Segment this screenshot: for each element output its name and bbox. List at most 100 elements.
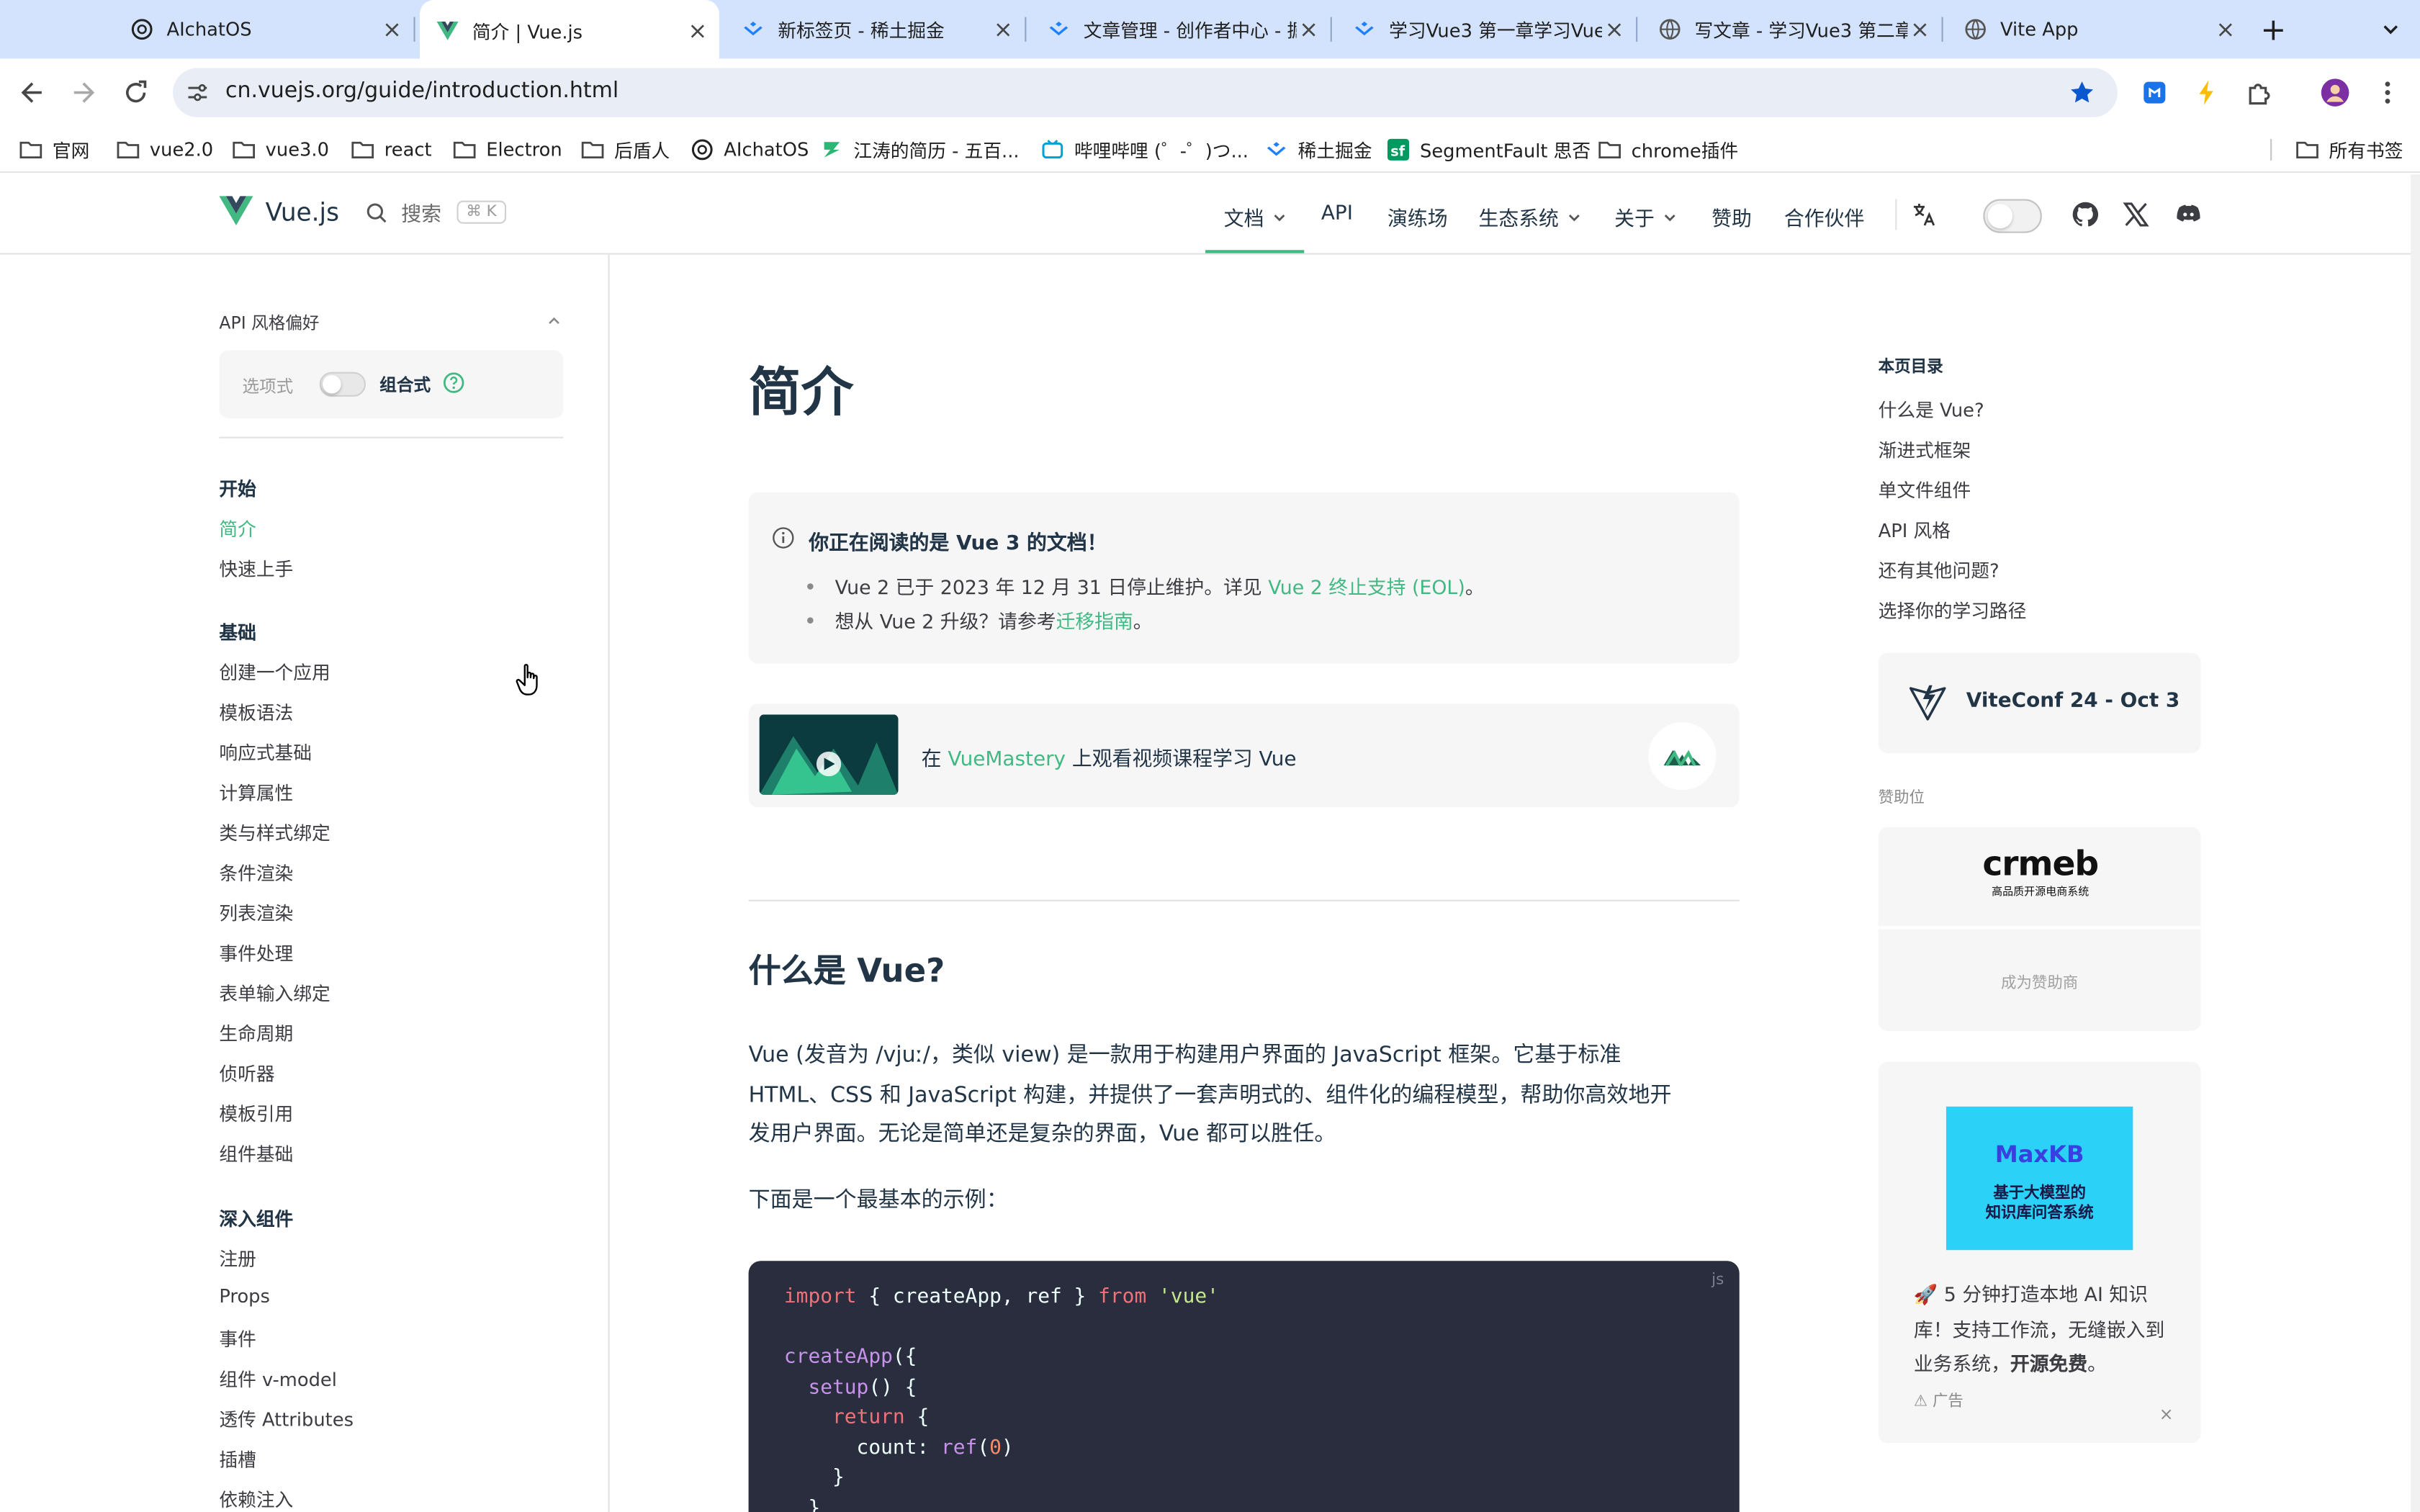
sidebar-item-forms[interactable]: 表单输入绑定: [219, 980, 330, 1006]
bookmark-houdunren[interactable]: 后盾人: [580, 134, 670, 165]
close-icon[interactable]: ×: [1907, 17, 1932, 42]
sidebar-item-conditional[interactable]: 条件渲染: [219, 860, 293, 886]
become-sponsor-button[interactable]: 成为赞助商: [1878, 929, 2201, 1031]
sidebar-item-template-refs[interactable]: 模板引用: [219, 1100, 293, 1126]
bookmark-chrome-plugins[interactable]: chrome插件: [1598, 134, 1738, 165]
tab-vue-intro[interactable]: 简介 | Vue.js ×: [420, 0, 719, 62]
nav-about[interactable]: 关于: [1614, 202, 1678, 232]
toc-item-sfc[interactable]: 单文件组件: [1879, 477, 1971, 503]
toc-item-what-is-vue[interactable]: 什么是 Vue?: [1879, 397, 1984, 423]
ad-close-icon[interactable]: ×: [2159, 1405, 2174, 1425]
help-icon[interactable]: [443, 372, 464, 394]
vuemastery-banner[interactable]: 在 VueMastery 上观看视频课程学习 Vue: [748, 703, 1740, 808]
chevron-up-icon[interactable]: [546, 313, 562, 328]
extensions-puzzle-icon[interactable]: [2244, 77, 2275, 108]
address-bar[interactable]: cn.vuejs.org/guide/introduction.html: [173, 68, 2118, 117]
tab-juejin-new[interactable]: 新标签页 - 稀土掘金 ×: [725, 0, 1027, 58]
url-text[interactable]: cn.vuejs.org/guide/introduction.html: [225, 78, 619, 103]
sidebar-item-provide-inject[interactable]: 依赖注入: [219, 1486, 293, 1512]
nav-sponsor[interactable]: 赞助: [1711, 202, 1752, 231]
sidebar-item-props[interactable]: Props: [219, 1286, 270, 1308]
bookmark-guanwang[interactable]: 官网: [19, 134, 89, 165]
active-nav-indicator: [1205, 250, 1305, 253]
viteconf-banner[interactable]: ViteConf 24 - Oct 3: [1878, 652, 2201, 754]
avatar[interactable]: [2320, 77, 2351, 108]
close-icon[interactable]: ×: [379, 17, 404, 42]
composition-api-label[interactable]: 组合式: [379, 372, 431, 397]
discord-icon[interactable]: [2174, 201, 2203, 229]
bookmark-all[interactable]: 所有书签: [2295, 134, 2403, 165]
nav-api[interactable]: API: [1321, 202, 1353, 225]
toc-item-questions[interactable]: 还有其他问题?: [1879, 557, 2000, 583]
tab-learn-vue3-ch1[interactable]: 学习Vue3 第一章学习Vue3 ×: [1336, 0, 1638, 58]
tab-juejin-articles[interactable]: 文章管理 - 创作者中心 - 掘 ×: [1031, 0, 1332, 58]
reload-icon[interactable]: [120, 77, 151, 108]
site-info-icon[interactable]: [185, 80, 210, 104]
github-icon[interactable]: [2072, 201, 2100, 229]
nav-partners[interactable]: 合作伙伴: [1784, 202, 1864, 231]
sidebar-item-list[interactable]: 列表渲染: [219, 900, 293, 926]
bookmark-aichatos[interactable]: AIchatOS: [690, 134, 809, 165]
x-twitter-icon[interactable]: [2122, 201, 2150, 229]
new-tab-button[interactable]: +: [2257, 12, 2290, 46]
search-button[interactable]: 搜索 ⌘ K: [366, 197, 506, 227]
forward-icon[interactable]: [68, 77, 99, 108]
tab-vite-app[interactable]: Vite App ×: [1948, 0, 2247, 58]
chevron-down-icon: [1274, 213, 1285, 221]
options-api-label[interactable]: 选项式: [243, 374, 294, 398]
sidebar-item-registration[interactable]: 注册: [219, 1246, 256, 1272]
site-logo[interactable]: Vue.js: [219, 196, 339, 227]
close-icon[interactable]: ×: [685, 19, 710, 43]
vuemastery-link[interactable]: VueMastery: [948, 749, 1066, 772]
nav-docs[interactable]: 文档: [1224, 202, 1287, 232]
bookmark-vue3[interactable]: vue3.0: [232, 134, 329, 165]
sidebar-item-class-style[interactable]: 类与样式绑定: [219, 819, 330, 845]
close-icon[interactable]: ×: [2213, 17, 2238, 42]
tab-aichatos[interactable]: AIchatOS ×: [114, 0, 415, 58]
sidebar-item-intro[interactable]: 简介: [219, 516, 256, 541]
back-icon[interactable]: [17, 77, 48, 108]
ad-card[interactable]: MaxKB 基于大模型的 知识库问答系统 🚀 5 分钟打造本地 AI 知识库！支持…: [1878, 1061, 2201, 1444]
sidebar-item-create-app[interactable]: 创建一个应用: [219, 659, 330, 685]
vue2-eol-link[interactable]: Vue 2 终止支持 (EOL): [1268, 576, 1465, 599]
sidebar-item-events[interactable]: 事件处理: [219, 940, 293, 966]
sidebar-item-reactivity[interactable]: 响应式基础: [219, 739, 312, 765]
bookmark-juejin[interactable]: 稀土掘金: [1264, 134, 1372, 165]
migration-guide-link[interactable]: 迁移指南: [1056, 610, 1133, 633]
sidebar-item-component-events[interactable]: 事件: [219, 1326, 256, 1351]
tab-search-icon[interactable]: [2377, 15, 2405, 43]
extension-lightning-icon[interactable]: [2192, 77, 2223, 108]
bookmark-vue2[interactable]: vue2.0: [116, 134, 213, 165]
bookmark-resume[interactable]: 江涛的简历 - 五百...: [819, 134, 1020, 165]
page-scrollbar[interactable]: [2411, 174, 2420, 1512]
bookmark-electron[interactable]: Electron: [452, 134, 562, 165]
nav-playground[interactable]: 演练场: [1387, 202, 1448, 231]
sidebar-item-lifecycle[interactable]: 生命周期: [219, 1020, 293, 1046]
sidebar-item-component-basics[interactable]: 组件基础: [219, 1140, 293, 1166]
bookmark-react[interactable]: react: [351, 134, 432, 165]
nav-ecosystem[interactable]: 生态系统: [1478, 202, 1582, 232]
more-menu-icon[interactable]: [2372, 77, 2403, 108]
close-icon[interactable]: ×: [1297, 17, 1321, 42]
close-icon[interactable]: ×: [991, 17, 1015, 42]
toc-item-api-styles[interactable]: API 风格: [1879, 517, 1951, 543]
sidebar-item-template-syntax[interactable]: 模板语法: [219, 699, 293, 725]
sidebar-item-computed[interactable]: 计算属性: [219, 779, 293, 805]
sidebar-item-v-model[interactable]: 组件 v-model: [219, 1366, 337, 1392]
bookmark-bilibili[interactable]: 哔哩哔哩 (゜-゜)つ...: [1040, 134, 1249, 165]
extension-translate-icon[interactable]: [2139, 77, 2170, 108]
translate-icon[interactable]: [1911, 201, 1939, 229]
toc-item-progressive[interactable]: 渐进式框架: [1879, 437, 1971, 463]
sidebar-item-watchers[interactable]: 侦听器: [219, 1061, 274, 1086]
sidebar-item-attrs[interactable]: 透传 Attributes: [219, 1406, 354, 1432]
sponsor-crmeb[interactable]: crmeb 高品质开源电商系统: [1878, 827, 2201, 927]
api-style-toggle[interactable]: [319, 372, 366, 397]
sidebar-item-slots[interactable]: 插槽: [219, 1446, 256, 1472]
bookmark-segmentfault[interactable]: sf SegmentFault 思否: [1386, 134, 1591, 165]
sidebar-item-quick-start[interactable]: 快速上手: [219, 556, 293, 582]
toc-item-learning-path[interactable]: 选择你的学习路径: [1879, 598, 2027, 624]
theme-toggle[interactable]: [1983, 199, 2042, 233]
bookmark-star-icon[interactable]: [2068, 78, 2096, 107]
close-icon[interactable]: ×: [1602, 17, 1627, 42]
tab-write-article[interactable]: 写文章 - 学习Vue3 第二章 ×: [1642, 0, 1943, 58]
